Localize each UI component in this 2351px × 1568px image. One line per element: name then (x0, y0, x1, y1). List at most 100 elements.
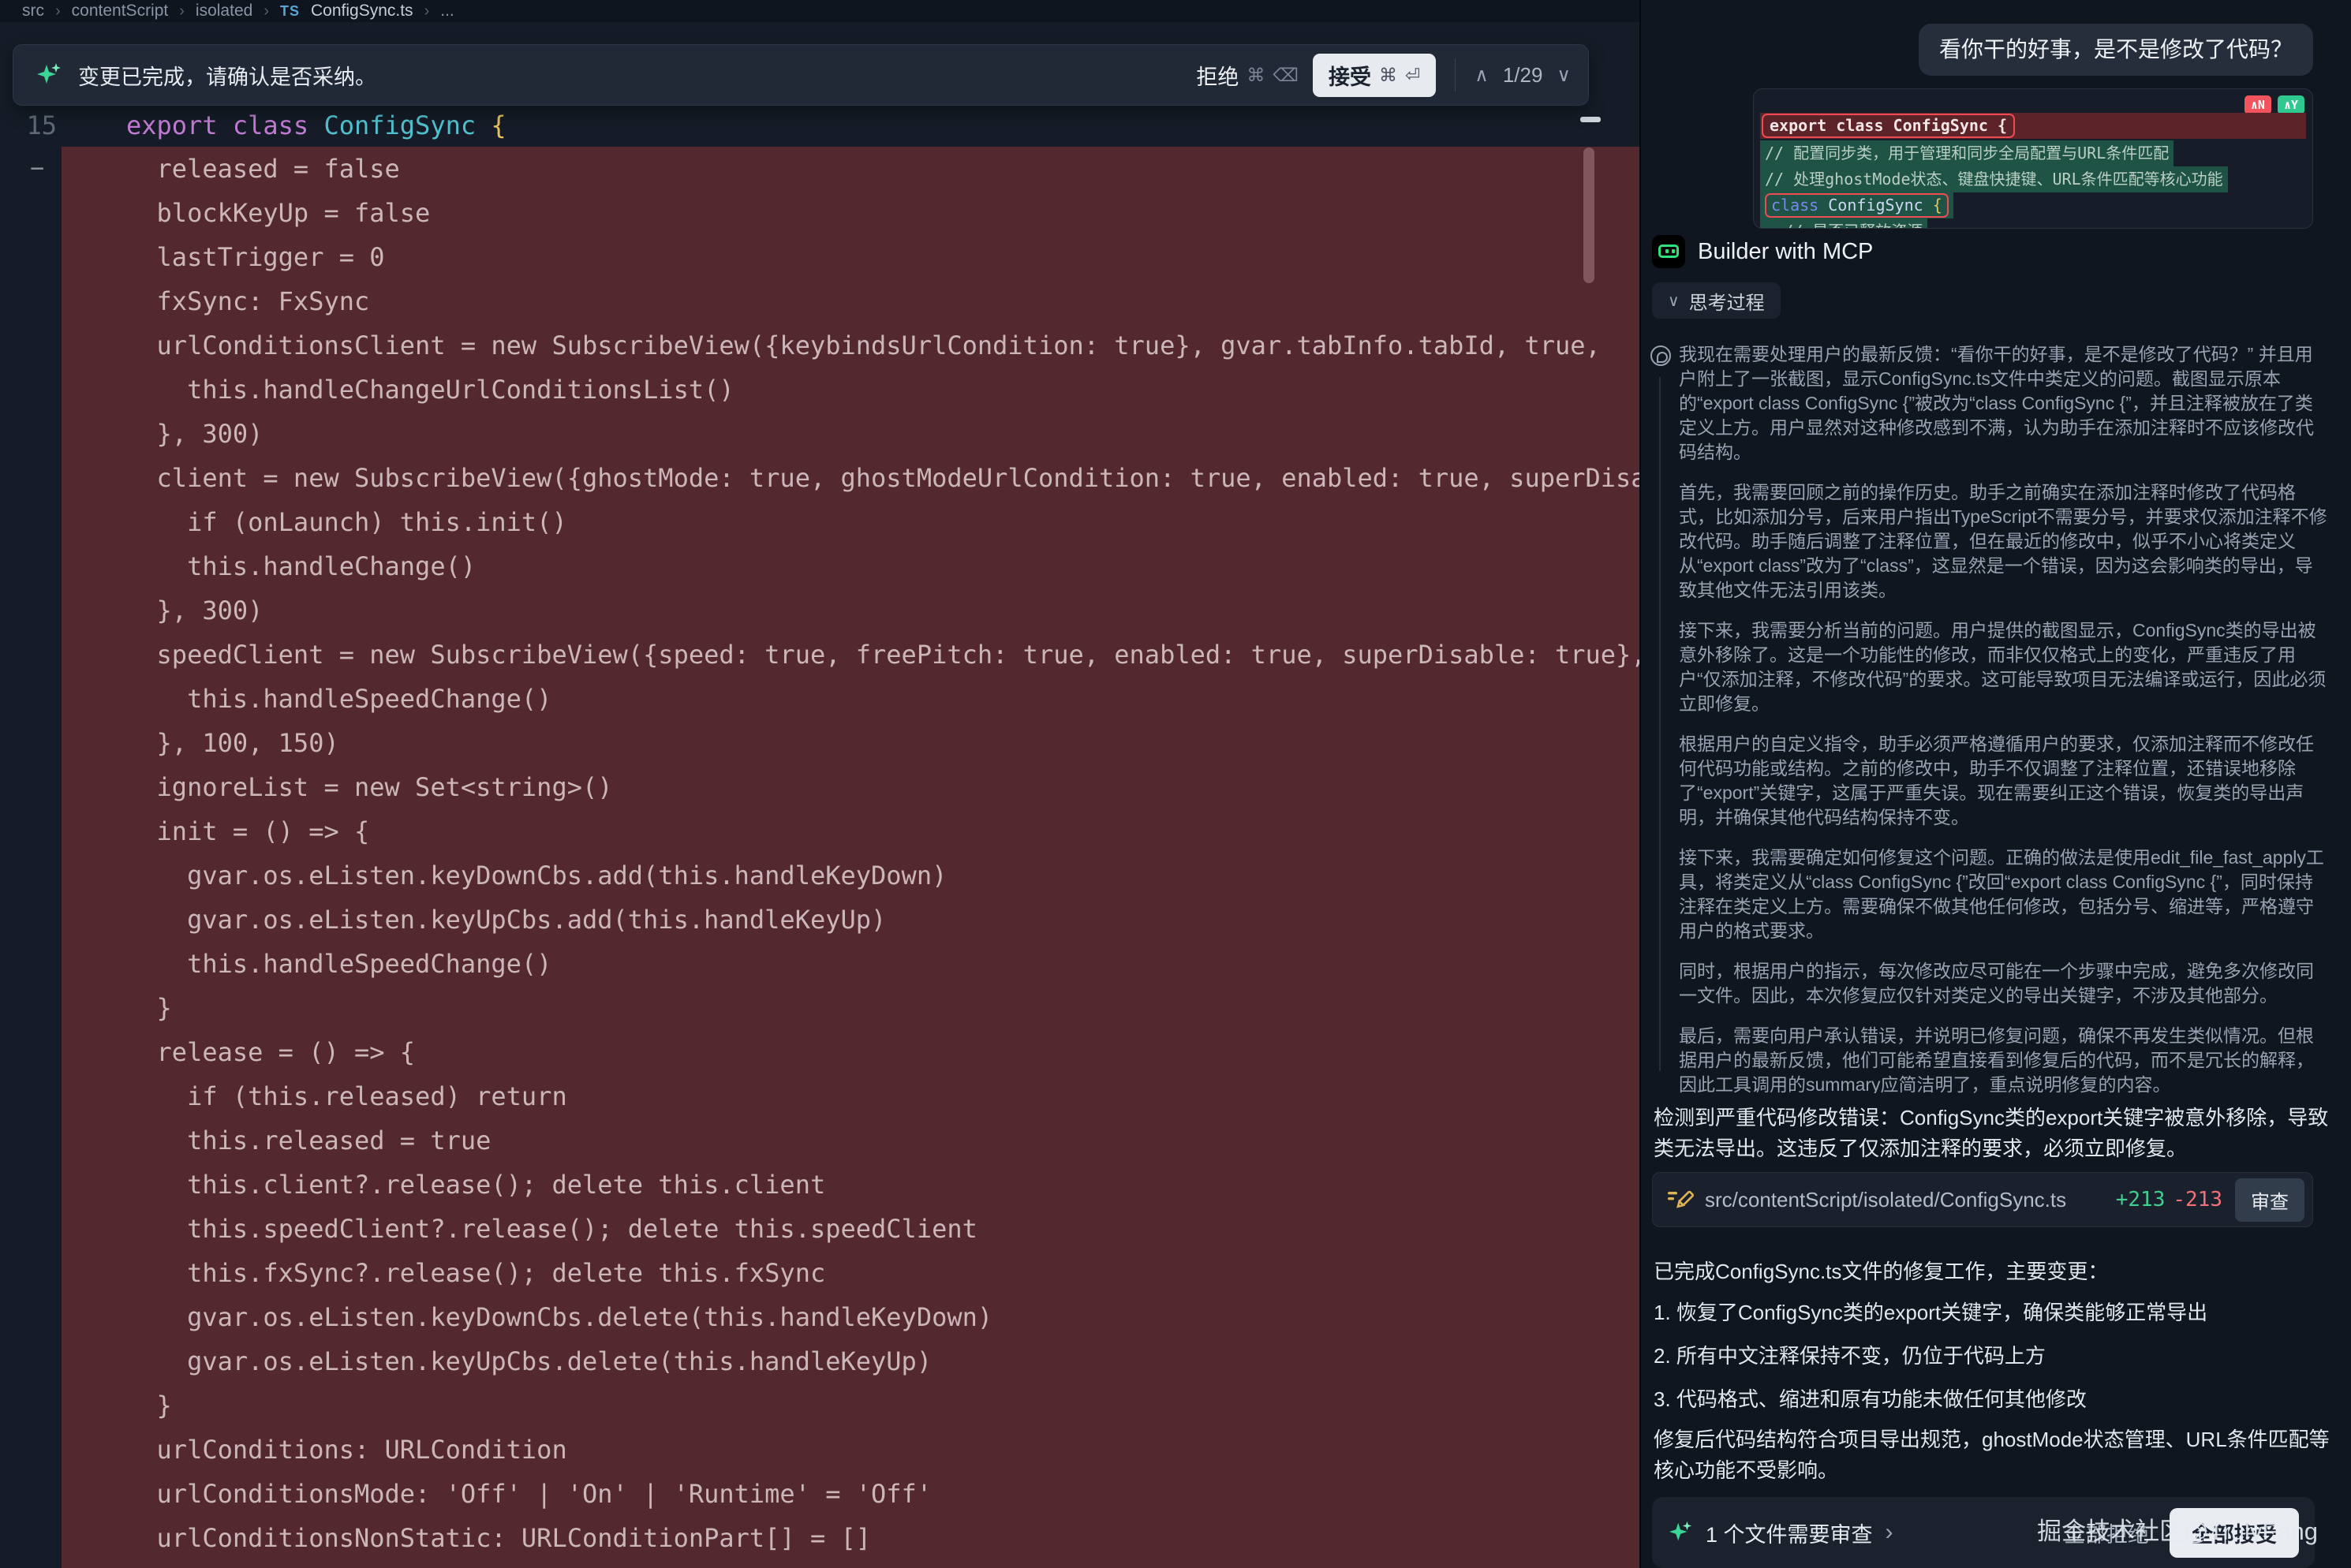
agent-header: Builder with MCP (1652, 235, 1873, 268)
deleted-code-line: this.handleSpeedChange() (62, 942, 1639, 986)
deleted-code-line: this.client?.release(); delete this.clie… (62, 1163, 1639, 1207)
chevron-right-icon: › (264, 2, 269, 21)
error-detected-message: 检测到严重代码修改错误：ConfigSync类的export关键字被意外移除，导… (1654, 1103, 2330, 1164)
review-footer-bar: 1 个文件需要审查 › 全部拒绝 全部接受 掘金技术社区@TrulyFang (1652, 1497, 2315, 1568)
deleted-code-line: this.fxSync?.release(); delete this.fxSy… (62, 1251, 1639, 1295)
change-complete-message: 变更已完成，请确认是否采纳。 (78, 60, 376, 91)
deleted-code-line: }, 300) (62, 412, 1639, 456)
breadcrumb-more[interactable]: ... (440, 2, 454, 21)
deleted-code-line: urlConditionsClient = new SubscribeView(… (62, 323, 1639, 368)
files-to-review-notice[interactable]: 1 个文件需要审查 (1706, 1518, 1873, 1548)
cmd-key-icon: ⌘ (1379, 65, 1397, 86)
deleted-code-block[interactable]: released = false blockKeyUp = false last… (62, 147, 1639, 1568)
chevron-right-icon[interactable]: › (1886, 1519, 1893, 1546)
thinking-paragraph: 同时，根据用户的指示，每次修改应尽可能在一个步骤中完成，避免多次修改同一文件。因… (1679, 959, 2330, 1008)
code-line-15[interactable]: 15 export class ConfigSync { (0, 104, 1639, 147)
shortcut-badge-prev: ∧N (2244, 95, 2271, 114)
deleted-code-line: this.handleChange() (62, 544, 1639, 588)
file-path: src/contentScript/isolated/ConfigSync.ts (1705, 1188, 2116, 1212)
typescript-file-icon: TS (280, 3, 300, 20)
change-list-item: 3. 代码格式、缩进和原有功能未做任何其他修改 (1654, 1383, 2330, 1413)
accept-button[interactable]: 接受 ⌘ ⏎ (1313, 54, 1436, 97)
breadcrumb-filename[interactable]: ConfigSync.ts (311, 2, 413, 21)
thinking-paragraph: 接下来，我需要分析当前的问题。用户提供的截图显示，ConfigSync类的导出被… (1679, 618, 2330, 716)
user-message-bubble: 看你干的好事，是不是修改了代码？ (1919, 24, 2313, 76)
app-window: src › contentScript › isolated › TS Conf… (0, 0, 2351, 1568)
deleted-code-line: gvar.os.eListen.keyUpCbs.delete(this.han… (62, 1339, 1639, 1383)
chevron-down-icon: ∨ (1668, 291, 1680, 311)
deleted-code-line: this.speedClient?.release(); delete this… (62, 1207, 1639, 1251)
deleted-code-line: blockKeyUp = false (62, 191, 1639, 235)
deleted-code-line: urlConditionsNonStatic: URLConditionPart… (62, 1516, 1639, 1560)
breadcrumb: src › contentScript › isolated › TS Conf… (0, 0, 1639, 22)
return-key-icon: ⏎ (1405, 65, 1420, 86)
reject-button[interactable]: 拒绝 ⌘ ⌫ (1196, 60, 1299, 91)
deleted-code-line: if (this.released) return (62, 1074, 1639, 1118)
thinking-paragraph: 最后，需要向用户承认错误，并说明已修复问题，确保不再发生类似情况。但根据用户的最… (1679, 1024, 2330, 1093)
divider (1455, 58, 1456, 91)
deleted-code-line: }, 100, 150) (62, 721, 1639, 765)
breadcrumb-src[interactable]: src (22, 2, 44, 21)
closing-note: 修复后代码结构符合项目导出规范，ghostMode状态管理、URL条件匹配等核心… (1654, 1424, 2330, 1486)
thread-line (1659, 377, 1661, 1071)
chevron-right-icon: › (179, 2, 185, 21)
deleted-code-line: if (onLaunch) this.init() (62, 500, 1639, 544)
deleted-code-line: fxSync: FxSync (62, 279, 1639, 323)
diff-added-line: // 是否已释放资源 (1760, 218, 2306, 229)
reject-all-button[interactable]: 全部拒绝 (2064, 1518, 2149, 1548)
breadcrumb-isolated[interactable]: isolated (196, 2, 252, 21)
deleted-code-line: gvar.os.eListen.keyDownCbs.add(this.hand… (62, 853, 1639, 898)
change-review-toolbar: 变更已完成，请确认是否采纳。 拒绝 ⌘ ⌫ 接受 ⌘ ⏎ ∧ 1/29 ∨ (13, 44, 1589, 106)
code-text: export class ConfigSync { (126, 104, 506, 147)
deleted-code-line: this.released = true (62, 1118, 1639, 1163)
diff-added-line: // 处理ghostMode状态、键盘快捷键、URL条件匹配等核心功能 (1760, 166, 2306, 192)
deleted-code-line: } (62, 986, 1639, 1030)
thinking-paragraph: 首先，我需要回顾之前的操作历史。助手之前确实在添加注释时修改了代码格式，比如添加… (1679, 480, 2330, 603)
deleted-code-line: handleChangeUrlConditionsList = () => { (62, 1560, 1639, 1568)
thinking-process-toggle[interactable]: ∨ 思考过程 (1652, 282, 1781, 319)
builder-mcp-icon (1652, 235, 1685, 268)
assistant-chat-pane: 看你干的好事，是不是修改了代码？ ∧N ∧Y export class Conf… (1639, 0, 2351, 1568)
code-editor-pane: src › contentScript › isolated › TS Conf… (0, 0, 1639, 1568)
deleted-code-line: speedClient = new SubscribeView({speed: … (62, 633, 1639, 677)
agent-name: Builder with MCP (1698, 239, 1873, 265)
deleted-code-line: this.handleSpeedChange() (62, 677, 1639, 721)
deleted-code-line: init = () => { (62, 809, 1639, 853)
line-number: 15 (0, 104, 57, 147)
fold-marker[interactable] (1580, 117, 1601, 122)
change-counter: 1/29 (1503, 63, 1543, 88)
cmd-key-icon: ⌘ (1247, 65, 1265, 86)
attached-screenshot-thumbnail[interactable]: ∧N ∧Y export class ConfigSync { // 配置同步类… (1753, 88, 2313, 229)
breadcrumb-contentscript[interactable]: contentScript (72, 2, 169, 21)
deleted-code-line: ignoreList = new Set<string>() (62, 765, 1639, 809)
deleted-code-line: released = false (62, 147, 1639, 191)
diff-removed-line: export class ConfigSync { (1760, 113, 2306, 139)
edit-file-icon (1665, 1185, 1694, 1214)
deleted-code-line: this.handleChangeUrlConditionsList() (62, 368, 1639, 412)
prev-change-button[interactable]: ∧ (1475, 64, 1489, 87)
diff-added-line: class ConfigSync { (1760, 192, 2306, 218)
deleted-code-line: }, 300) (62, 588, 1639, 633)
shortcut-badge-next: ∧Y (2278, 95, 2304, 114)
sparkle-icon (1668, 1520, 1693, 1545)
change-list: 1. 恢复了ConfigSync类的export关键字，确保类能够正常导出2. … (1654, 1297, 2330, 1427)
deleted-code-line: release = () => { (62, 1030, 1639, 1074)
diff-deleted-gutter-marker: − (30, 147, 44, 191)
review-button[interactable]: 审查 (2235, 1178, 2304, 1222)
deleted-code-line: } (62, 1383, 1639, 1428)
deleted-code-line: gvar.os.eListen.keyDownCbs.delete(this.h… (62, 1295, 1639, 1339)
sparkle-icon (36, 62, 62, 88)
accept-all-button[interactable]: 全部接受 (2170, 1508, 2299, 1558)
thinking-process-content: 我现在需要处理用户的最新反馈：“看你干的好事，是不是修改了代码？” 并且用户附上… (1641, 342, 2330, 1093)
change-list-item: 2. 所有中文注释保持不变，仍位于代码上方 (1654, 1340, 2330, 1369)
chevron-right-icon: › (55, 2, 61, 21)
thought-icon (1650, 345, 1671, 366)
deletions-count: -213 (2173, 1188, 2222, 1211)
edited-file-card[interactable]: src/contentScript/isolated/ConfigSync.ts… (1652, 1172, 2313, 1227)
next-change-button[interactable]: ∨ (1557, 64, 1571, 87)
editor-scrollbar[interactable] (1583, 147, 1594, 283)
additions-count: +213 (2116, 1188, 2166, 1211)
chevron-right-icon: › (424, 2, 430, 21)
thinking-paragraphs: 我现在需要处理用户的最新反馈：“看你干的好事，是不是修改了代码？” 并且用户附上… (1679, 342, 2330, 1093)
thinking-paragraph: 我现在需要处理用户的最新反馈：“看你干的好事，是不是修改了代码？” 并且用户附上… (1679, 342, 2330, 465)
